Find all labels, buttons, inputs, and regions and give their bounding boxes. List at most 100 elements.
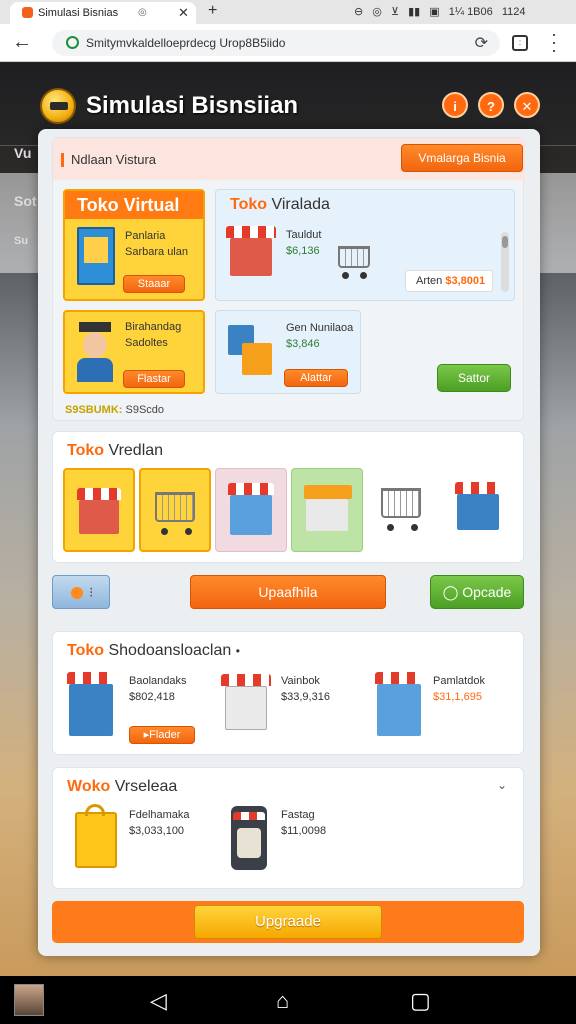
card-title: Toko Virtual [65, 191, 203, 219]
coin-logo-icon [40, 88, 76, 124]
bag-body [75, 812, 117, 868]
title-accent: Woko [67, 778, 111, 795]
business-action-button[interactable]: Vmalarga Bisnia [401, 144, 523, 172]
secure-icon [66, 36, 79, 49]
scrollbar[interactable] [501, 232, 509, 292]
item-price: $3,033,100 [129, 825, 185, 837]
bag-handle [85, 804, 105, 816]
card-line: Sarbara ulan [125, 246, 188, 258]
store-option-trolley[interactable] [367, 468, 439, 552]
business-section: Ndlaan Vistura Vmalarga Bisnia Toko Virt… [52, 137, 525, 421]
shop-stall-icon [226, 226, 278, 280]
store-option-market-stall[interactable] [63, 468, 135, 552]
tab-close-icon[interactable]: ✕ [178, 5, 189, 21]
awning [226, 226, 276, 238]
virtual-store-card[interactable]: Toko Virtual Panlaria Sarbara ulan Staaa… [63, 189, 205, 301]
title-rest: Viralada [271, 196, 330, 213]
reload-icon[interactable]: ⟳ [475, 33, 488, 53]
tab-switcher-icon[interactable]: : [512, 35, 528, 51]
close-button[interactable]: ✕ [514, 92, 540, 118]
status-icon: ⊻ [390, 6, 400, 18]
tab-audio-icon[interactable]: ◎ [138, 7, 147, 18]
help-button[interactable]: ? [478, 92, 504, 118]
cap [79, 322, 111, 332]
upgrade-store-button[interactable]: Upaafhila [190, 575, 386, 609]
manager-detail-card[interactable]: Gen Nunilaoa $3,846 Alattar [215, 310, 361, 394]
card-line: Birahandag [125, 321, 182, 333]
options-toggle-button[interactable]: ⁝ [52, 575, 110, 609]
info-button[interactable]: i [442, 92, 468, 118]
awning [233, 812, 265, 820]
title-mark-icon: • [235, 644, 240, 658]
item-buy-button[interactable]: ▸Flader [129, 726, 195, 744]
back-arrow-icon[interactable]: ← [12, 31, 32, 54]
game-header: Simulasi Bisnsiian i ? ✕ [0, 78, 576, 134]
browser-tab-bar: Simulasi Bisnias ◎ ✕ + ⊖ ◎ ⊻ ▮▮ ▣ 1¼ 1B0… [0, 0, 576, 24]
title-accent: Toko [230, 196, 268, 213]
stall-body [225, 686, 267, 730]
clock-text: 1124 [501, 6, 526, 18]
title-accent: Toko [67, 442, 105, 459]
url-field[interactable]: Smitymvkaldelloeprdecg Urop8B5iido ⟳ [52, 30, 500, 56]
title-rest: Vredlan [108, 442, 164, 459]
shelf-body [230, 495, 272, 535]
section-title: Toko Shodoansloaclan • [67, 642, 240, 660]
browser-tab[interactable]: Simulasi Bisnias ◎ ✕ [10, 2, 196, 24]
manager-button[interactable]: Flastar [123, 370, 185, 388]
more-icon: ⁝ [89, 584, 94, 600]
item-name: Fastag [281, 809, 315, 821]
item-name: Fdelhamaka [129, 809, 190, 821]
home-icon[interactable]: ⌂ [276, 988, 289, 1014]
card-line: Panlaria [125, 230, 166, 242]
status-icon: ▣ [429, 6, 440, 18]
store-option-booth[interactable] [443, 468, 515, 552]
card-line: Gen Nunilaoa [286, 322, 354, 334]
new-tab-button[interactable]: + [208, 2, 217, 20]
awning [455, 482, 501, 494]
manager-card[interactable]: Birahandag Sadoltes Flastar [63, 310, 205, 394]
button-label: Flader [149, 729, 181, 741]
store-selection-section: Toko Vredlan [52, 431, 524, 563]
confirm-button[interactable]: Sattor [437, 364, 511, 392]
stall-body [79, 500, 119, 534]
section-heading: Ndlaan Vistura [60, 152, 157, 167]
main-panel: Ndlaan Vistura Vmalarga Bisnia Toko Virt… [38, 129, 540, 956]
kiosk-body [306, 499, 348, 531]
store-stock-section: Toko Shodoansloaclan • Baolandaks $802,4… [52, 631, 524, 755]
background-label: Vu [14, 145, 32, 161]
price-value: $3,8001 [445, 275, 486, 287]
recents-icon[interactable]: ▢ [410, 988, 431, 1014]
url-text: Smitymvkaldelloeprdecg Urop8B5iido [86, 36, 286, 50]
cart-wheel [411, 524, 418, 531]
upgrade-button[interactable]: Upgraade [194, 905, 382, 939]
button-label: Opcade [462, 584, 512, 600]
stall-body [230, 238, 272, 276]
overflow-menu-icon[interactable]: · · · [551, 25, 557, 59]
price-display: Arten $3,8001 [405, 270, 493, 292]
game-title: Simulasi Bisnsiian [86, 92, 299, 119]
start-button[interactable]: Staaar [123, 275, 185, 293]
awning [77, 488, 121, 500]
store-option-cart[interactable] [139, 468, 211, 552]
kiosk-roof [304, 485, 352, 499]
section-title: Woko Vrseleaa [67, 778, 177, 796]
market-stall-icon [219, 672, 273, 742]
background-label: Sot [14, 193, 37, 209]
back-icon[interactable]: ◁ [150, 988, 167, 1014]
booth-store-icon [371, 668, 427, 742]
cart-wheel [342, 272, 349, 279]
awning [67, 672, 115, 684]
user-avatar[interactable] [14, 984, 44, 1016]
status-icon: ◎ [372, 6, 382, 18]
status-icon: ⊖ [354, 6, 364, 18]
store-option-shelf[interactable] [215, 468, 287, 552]
item-name: Pamlatdok [433, 675, 485, 687]
address-bar: ← Smitymvkaldelloeprdecg Urop8B5iido ⟳ :… [0, 24, 576, 62]
card-price: $3,846 [286, 338, 320, 350]
upgrade-green-button[interactable]: ◯ Opcade [430, 575, 524, 609]
store-option-kiosk[interactable] [291, 468, 363, 552]
hire-button[interactable]: Alattar [284, 369, 348, 387]
chevron-down-icon[interactable]: ⌄ [497, 778, 507, 792]
background-label: Su [14, 235, 29, 247]
tab-title: Simulasi Bisnias [38, 7, 119, 19]
